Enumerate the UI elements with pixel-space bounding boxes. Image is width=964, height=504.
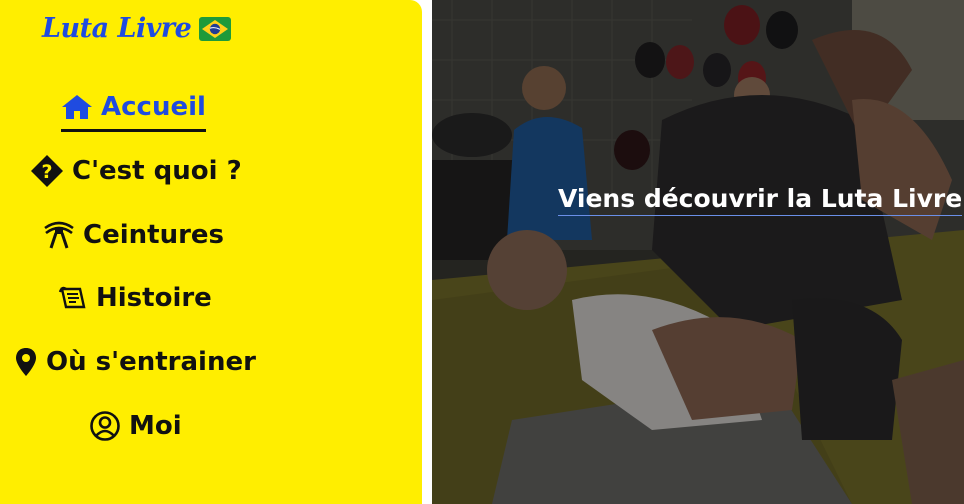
nav-item-ceintures[interactable]: Ceintures [43, 215, 224, 255]
user-circle-icon [89, 410, 121, 442]
nav-item-label: Où s'entrainer [46, 347, 256, 377]
sidebar: Luta Livre Accueil ? C'est quoi ? Ceintu… [0, 0, 422, 504]
brand-logo[interactable]: Luta Livre [42, 13, 232, 44]
nav-item-accueil[interactable]: Accueil [61, 87, 206, 132]
hero-dim-overlay [432, 0, 964, 504]
unknown-glyph-icon: ? [30, 154, 64, 188]
nav-item-label: C'est quoi ? [72, 156, 242, 186]
nav-item-label: Accueil [101, 92, 206, 122]
hero-banner: Viens découvrir la Luta Livre [432, 0, 964, 504]
scroll-icon [58, 284, 88, 312]
brazil-flag-icon [199, 16, 232, 41]
active-underline [61, 129, 206, 132]
brand-name[interactable]: Luta Livre [42, 13, 192, 44]
belt-icon [43, 220, 75, 250]
svg-text:?: ? [41, 161, 52, 183]
home-icon [61, 94, 93, 120]
nav-item-label: Ceintures [83, 220, 225, 250]
map-pin-icon [14, 347, 38, 377]
nav-item-moi[interactable]: Moi [89, 406, 182, 446]
hero-cta-link[interactable]: Viens découvrir la Luta Livre [558, 183, 963, 216]
nav-item-label: Moi [129, 411, 182, 441]
nav-item-histoire[interactable]: Histoire [58, 278, 212, 318]
nav-item-cest-quoi[interactable]: ? C'est quoi ? [30, 151, 242, 191]
nav-item-ou-sentrainer[interactable]: Où s'entrainer [14, 342, 256, 382]
nav-item-label: Histoire [96, 283, 212, 313]
